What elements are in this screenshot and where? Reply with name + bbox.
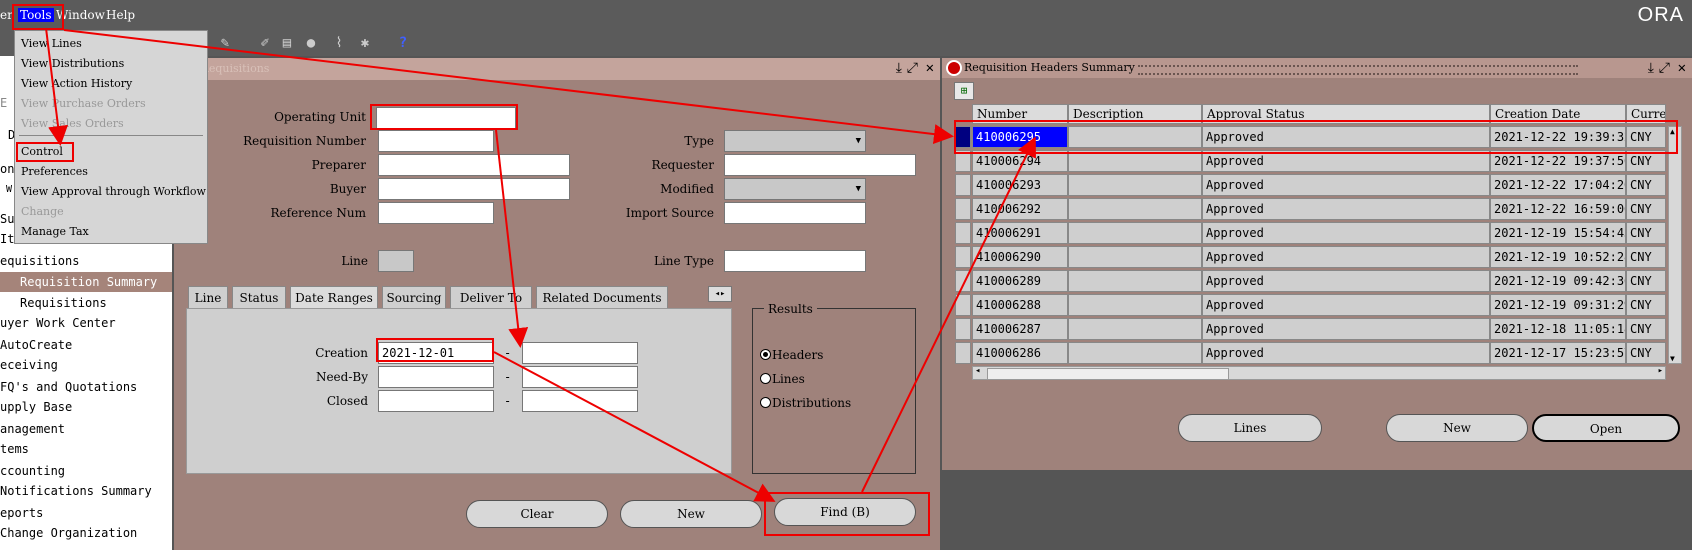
arrow-ou-to-creation — [495, 129, 529, 348]
arrow-creation-to-find — [493, 351, 776, 502]
annotation-arrows — [45, 27, 1036, 502]
arrow-tools-to-control — [45, 27, 68, 146]
arrow-find-to-row — [861, 136, 1036, 493]
arrow-tools-to-row — [63, 29, 954, 145]
